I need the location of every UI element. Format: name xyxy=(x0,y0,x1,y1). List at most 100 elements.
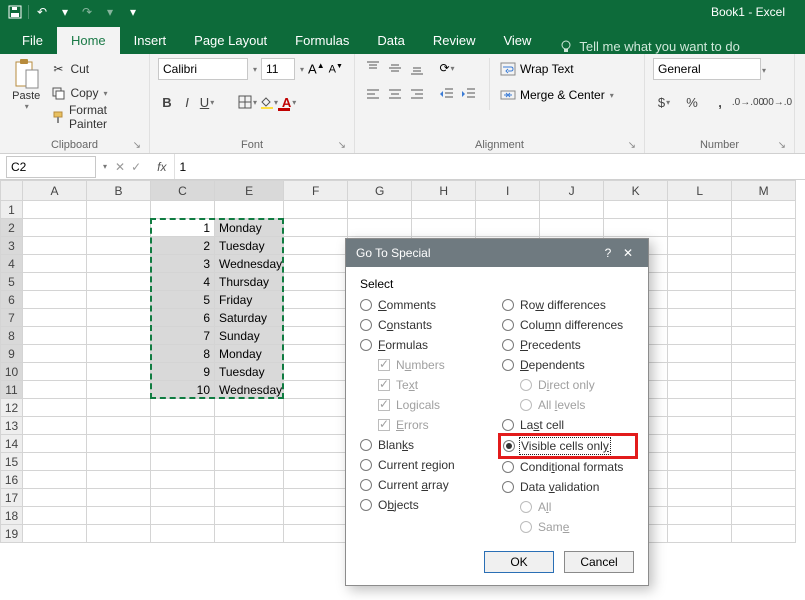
cell[interactable] xyxy=(23,309,87,327)
cell[interactable] xyxy=(151,453,215,471)
row-header[interactable]: 15 xyxy=(1,453,23,471)
cell[interactable] xyxy=(23,273,87,291)
formula-input[interactable] xyxy=(174,154,805,179)
cell[interactable] xyxy=(284,507,348,525)
cell[interactable] xyxy=(23,291,87,309)
cell[interactable] xyxy=(668,201,732,219)
radio-current-region[interactable]: Current region xyxy=(360,455,492,475)
cell[interactable]: Tuesday xyxy=(215,363,284,381)
cell[interactable]: Thursday xyxy=(215,273,284,291)
border-button[interactable]: ▾ xyxy=(238,92,257,112)
cell[interactable] xyxy=(284,327,348,345)
cell[interactable] xyxy=(87,237,151,255)
percent-format-button[interactable]: % xyxy=(681,92,703,112)
row-header[interactable]: 7 xyxy=(1,309,23,327)
chevron-down-icon[interactable]: ▾ xyxy=(253,65,257,74)
cell[interactable] xyxy=(87,363,151,381)
cell[interactable] xyxy=(284,291,348,309)
align-left-icon[interactable] xyxy=(363,84,383,104)
cell[interactable] xyxy=(87,381,151,399)
cell[interactable] xyxy=(668,291,732,309)
cell[interactable] xyxy=(668,435,732,453)
align-right-icon[interactable] xyxy=(407,84,427,104)
increase-font-icon[interactable]: A▲ xyxy=(308,61,325,76)
cell[interactable] xyxy=(668,363,732,381)
cell[interactable] xyxy=(732,363,796,381)
cell[interactable] xyxy=(668,525,732,543)
cell[interactable] xyxy=(87,219,151,237)
radio-col-diff[interactable]: Column differences xyxy=(502,315,634,335)
cell[interactable] xyxy=(23,471,87,489)
row-header[interactable]: 5 xyxy=(1,273,23,291)
column-header[interactable]: A xyxy=(23,181,87,201)
cell[interactable] xyxy=(732,381,796,399)
cell[interactable] xyxy=(732,273,796,291)
row-header[interactable]: 18 xyxy=(1,507,23,525)
row-header[interactable]: 16 xyxy=(1,471,23,489)
dialog-launcher-icon[interactable]: ↘ xyxy=(628,140,636,151)
increase-decimal-button[interactable]: .0→.00 xyxy=(737,92,759,112)
cell[interactable] xyxy=(668,471,732,489)
enter-formula-icon[interactable]: ✓ xyxy=(131,160,141,174)
cell[interactable] xyxy=(412,219,476,237)
cell[interactable] xyxy=(732,471,796,489)
tab-insert[interactable]: Insert xyxy=(120,27,181,54)
cell[interactable] xyxy=(732,255,796,273)
cell[interactable] xyxy=(151,507,215,525)
cell[interactable] xyxy=(284,471,348,489)
cell[interactable] xyxy=(284,273,348,291)
cell[interactable] xyxy=(23,237,87,255)
cell[interactable] xyxy=(476,219,540,237)
cell[interactable]: Wednesday xyxy=(215,381,284,399)
tab-view[interactable]: View xyxy=(489,27,545,54)
radio-formulas[interactable]: Formulas xyxy=(360,335,492,355)
chevron-down-icon[interactable]: ▾ xyxy=(25,102,29,111)
cell[interactable]: Saturday xyxy=(215,309,284,327)
cell[interactable] xyxy=(668,507,732,525)
cell[interactable] xyxy=(668,255,732,273)
cell[interactable] xyxy=(284,399,348,417)
column-header[interactable]: K xyxy=(604,181,668,201)
cell[interactable]: 7 xyxy=(151,327,215,345)
orientation-icon[interactable]: ⟳▾ xyxy=(437,58,457,78)
cell[interactable] xyxy=(412,201,476,219)
cell[interactable] xyxy=(23,363,87,381)
tell-me-search[interactable]: Tell me what you want to do xyxy=(559,39,739,54)
cell[interactable] xyxy=(348,219,412,237)
cell[interactable] xyxy=(23,453,87,471)
undo-icon[interactable]: ↶ xyxy=(33,3,51,21)
cell[interactable] xyxy=(23,381,87,399)
cell[interactable] xyxy=(87,507,151,525)
radio-visible-cells[interactable]: Visible cells only xyxy=(503,436,633,456)
merge-center-button[interactable]: Merge & Center▾ xyxy=(500,84,614,106)
cell[interactable] xyxy=(284,237,348,255)
cell[interactable]: 1 xyxy=(151,219,215,237)
cell[interactable] xyxy=(284,381,348,399)
redo-icon[interactable]: ↷ xyxy=(78,3,96,21)
tab-home[interactable]: Home xyxy=(57,27,120,54)
cell[interactable] xyxy=(732,201,796,219)
dialog-title-bar[interactable]: Go To Special ? ✕ xyxy=(346,239,648,267)
cell[interactable] xyxy=(668,381,732,399)
column-header[interactable]: E xyxy=(215,181,284,201)
fx-icon[interactable]: fx xyxy=(157,160,166,174)
cell[interactable] xyxy=(284,363,348,381)
cell[interactable] xyxy=(284,219,348,237)
cell[interactable] xyxy=(23,327,87,345)
cell[interactable] xyxy=(604,201,668,219)
cell[interactable] xyxy=(668,327,732,345)
row-header[interactable]: 6 xyxy=(1,291,23,309)
cell[interactable] xyxy=(668,273,732,291)
cell[interactable] xyxy=(151,417,215,435)
column-header[interactable]: J xyxy=(540,181,604,201)
radio-precedents[interactable]: Precedents xyxy=(502,335,634,355)
radio-last-cell[interactable]: Last cell xyxy=(502,415,634,435)
cell[interactable] xyxy=(668,489,732,507)
save-icon[interactable] xyxy=(6,3,24,21)
cell[interactable] xyxy=(732,507,796,525)
bold-button[interactable]: B xyxy=(158,92,176,112)
cell[interactable] xyxy=(87,309,151,327)
cell[interactable] xyxy=(215,507,284,525)
cell[interactable] xyxy=(215,417,284,435)
cell[interactable] xyxy=(284,255,348,273)
